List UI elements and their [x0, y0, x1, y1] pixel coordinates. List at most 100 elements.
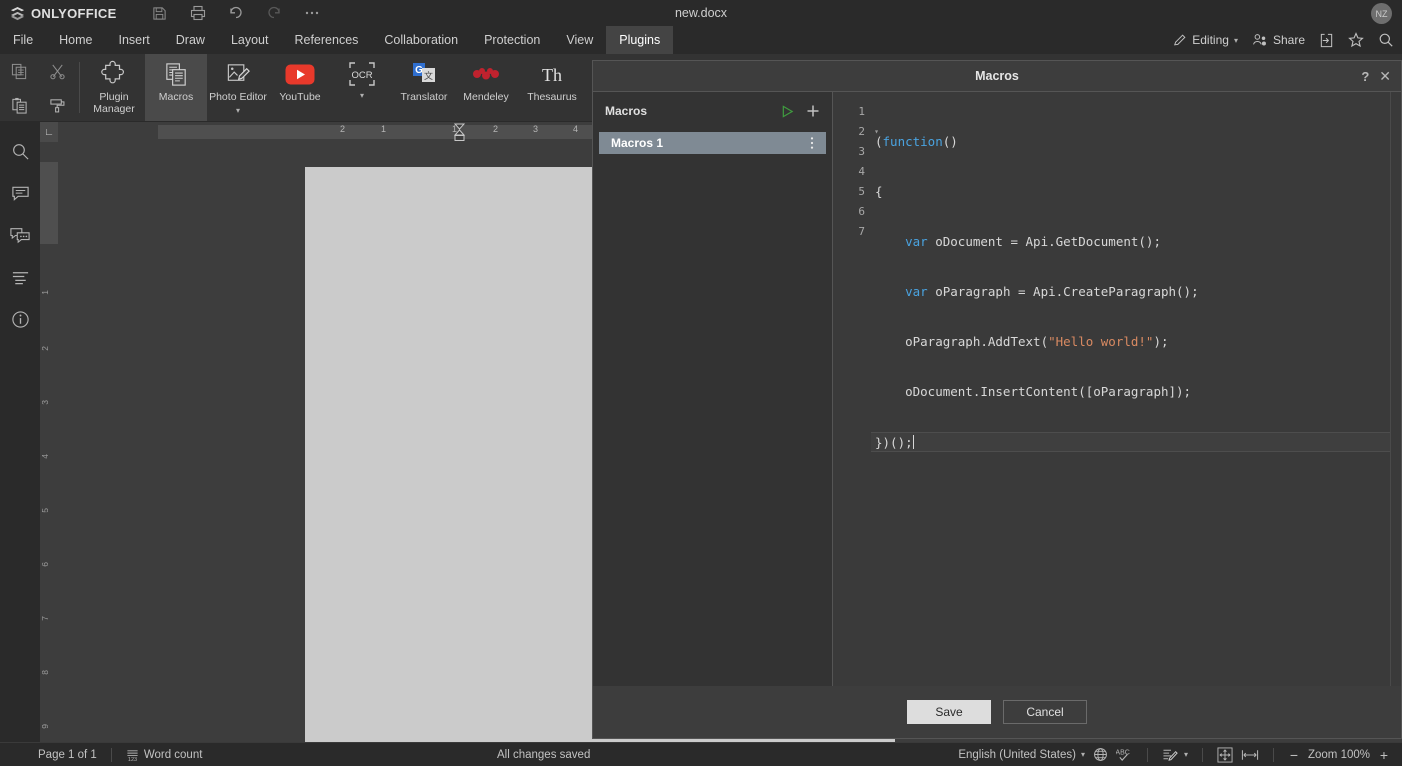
editor-vertical-scrollbar[interactable] — [1390, 92, 1401, 686]
word-count-button[interactable]: 123 Word count — [122, 748, 207, 762]
macros-dialog[interactable]: Macros ? ✕ Macros Macros 1 1 2 ▾ 3 4 5 6… — [592, 60, 1402, 739]
code-line: { — [875, 184, 883, 199]
avatar[interactable]: NZ — [1371, 3, 1392, 24]
save-icon[interactable] — [151, 4, 169, 22]
macros-dialog-title: Macros — [975, 69, 1019, 83]
add-macro-icon[interactable] — [806, 104, 820, 118]
format-painter-icon[interactable] — [49, 97, 66, 114]
fit-page-icon[interactable] — [1213, 746, 1237, 763]
code-gutter: 1 2 ▾ 3 4 5 6 7 — [833, 92, 879, 686]
vruler-tick: 3 — [40, 400, 50, 405]
print-icon[interactable] — [189, 4, 207, 22]
star-icon[interactable] — [1348, 32, 1364, 48]
search-icon[interactable] — [1378, 32, 1394, 48]
run-macro-icon[interactable] — [781, 104, 794, 118]
tab-collaboration[interactable]: Collaboration — [371, 26, 471, 54]
macros-list-item[interactable]: Macros 1 — [599, 132, 826, 154]
help-icon[interactable]: ? — [1361, 69, 1369, 84]
youtube-button[interactable]: YouTube — [269, 54, 331, 121]
tab-stop-left-icon[interactable]: ∟ — [40, 122, 58, 142]
language-button[interactable]: English (United States) ▾ — [954, 749, 1089, 761]
status-divider — [1146, 747, 1148, 762]
mendeley-button[interactable]: Mendeley — [455, 54, 517, 121]
more-icon[interactable] — [303, 4, 321, 22]
vruler-tick: 4 — [40, 454, 50, 459]
translator-icon: G文 — [410, 59, 438, 89]
kebab-menu-icon[interactable] — [810, 136, 814, 150]
vertical-ruler[interactable]: 1 2 3 4 5 6 7 8 9 10 11 12 13 — [40, 122, 58, 742]
about-icon[interactable] — [9, 308, 31, 330]
status-divider — [1201, 747, 1203, 762]
spellcheck-icon[interactable]: ABC — [1112, 747, 1137, 762]
tab-layout[interactable]: Layout — [218, 26, 282, 54]
comments-icon[interactable] — [9, 182, 31, 204]
tab-draw[interactable]: Draw — [163, 26, 218, 54]
status-right-group: English (United States) ▾ ABC ▾ − Zoom 1… — [954, 747, 1394, 763]
tab-view[interactable]: View — [553, 26, 606, 54]
chevron-down-icon[interactable]: ▾ — [360, 91, 364, 101]
zoom-out-button[interactable]: − — [1284, 747, 1304, 763]
line-number: 7 — [858, 225, 865, 238]
vruler-tick: 1 — [40, 290, 50, 295]
translator-button[interactable]: G文 Translator — [393, 54, 455, 121]
open-file-location-icon[interactable] — [1319, 33, 1334, 48]
macros-dialog-footer: Save Cancel — [593, 686, 1401, 738]
macros-button[interactable]: Macros — [145, 54, 207, 121]
line-number: 3 — [858, 145, 865, 158]
macros-list-panel: Macros Macros 1 — [593, 92, 833, 686]
indent-marker[interactable] — [454, 123, 465, 141]
share-button[interactable]: Share — [1252, 33, 1305, 47]
hruler-tick: 2 — [340, 124, 346, 134]
plugin-manager-button[interactable]: Plugin Manager — [83, 54, 145, 121]
fit-width-icon[interactable] — [1237, 748, 1263, 762]
cut-icon[interactable] — [49, 63, 66, 80]
youtube-icon — [285, 59, 315, 89]
ocr-button[interactable]: OCR ▾ — [331, 54, 393, 121]
macros-list-actions — [781, 104, 820, 118]
macros-dialog-body: Macros Macros 1 1 2 ▾ 3 4 5 6 7 (functio… — [593, 92, 1401, 686]
search-icon[interactable] — [9, 140, 31, 162]
track-changes-button[interactable]: ▾ — [1158, 747, 1192, 762]
close-icon[interactable]: ✕ — [1379, 68, 1391, 85]
puzzle-icon — [100, 59, 128, 89]
line-number: 6 — [858, 205, 865, 218]
undo-icon[interactable] — [227, 4, 245, 22]
tab-protection[interactable]: Protection — [471, 26, 553, 54]
code-fold-icon[interactable]: ▾ — [874, 122, 879, 142]
hruler-tick: 4 — [573, 124, 579, 134]
onlyoffice-logo-icon — [10, 6, 25, 21]
vruler-tick: 6 — [40, 562, 50, 567]
macro-code-editor[interactable]: 1 2 ▾ 3 4 5 6 7 (function() { var oDocum… — [833, 92, 1401, 686]
chevron-down-icon: ▾ — [1183, 750, 1188, 759]
zoom-level[interactable]: Zoom 100% — [1304, 749, 1374, 761]
copy-icon[interactable] — [11, 63, 28, 80]
paste-icon[interactable] — [11, 97, 28, 114]
tab-home[interactable]: Home — [46, 26, 105, 54]
headings-icon[interactable] — [9, 266, 31, 288]
chat-icon[interactable] — [9, 224, 31, 246]
editing-mode-button[interactable]: Editing ▾ — [1173, 33, 1238, 47]
globe-icon[interactable] — [1089, 747, 1112, 762]
macros-label: Macros — [158, 91, 194, 103]
tab-plugins[interactable]: Plugins — [606, 26, 674, 54]
svg-text:Th: Th — [542, 65, 562, 85]
thesaurus-button[interactable]: Th Thesaurus — [517, 54, 587, 121]
tab-file[interactable]: File — [0, 26, 46, 54]
chevron-down-icon[interactable]: ▾ — [236, 106, 240, 116]
photo-editor-label: Photo Editor — [209, 91, 267, 103]
hruler-tick: 2 — [493, 124, 499, 134]
save-button[interactable]: Save — [907, 700, 991, 724]
tab-insert[interactable]: Insert — [106, 26, 163, 54]
code-caret — [912, 435, 914, 449]
page-info[interactable]: Page 1 of 1 — [34, 749, 101, 761]
cancel-button[interactable]: Cancel — [1003, 700, 1087, 724]
line-number: 5 — [858, 185, 865, 198]
zoom-in-button[interactable]: + — [1374, 747, 1394, 763]
redo-icon — [265, 4, 283, 22]
clipboard-group — [0, 54, 76, 121]
code-content[interactable]: (function() { var oDocument = Api.GetDoc… — [871, 92, 1401, 686]
tab-references[interactable]: References — [281, 26, 371, 54]
photo-editor-button[interactable]: Photo Editor ▾ — [207, 54, 269, 121]
macros-icon — [163, 59, 190, 89]
app-logo: ONLYOFFICE — [10, 6, 117, 21]
